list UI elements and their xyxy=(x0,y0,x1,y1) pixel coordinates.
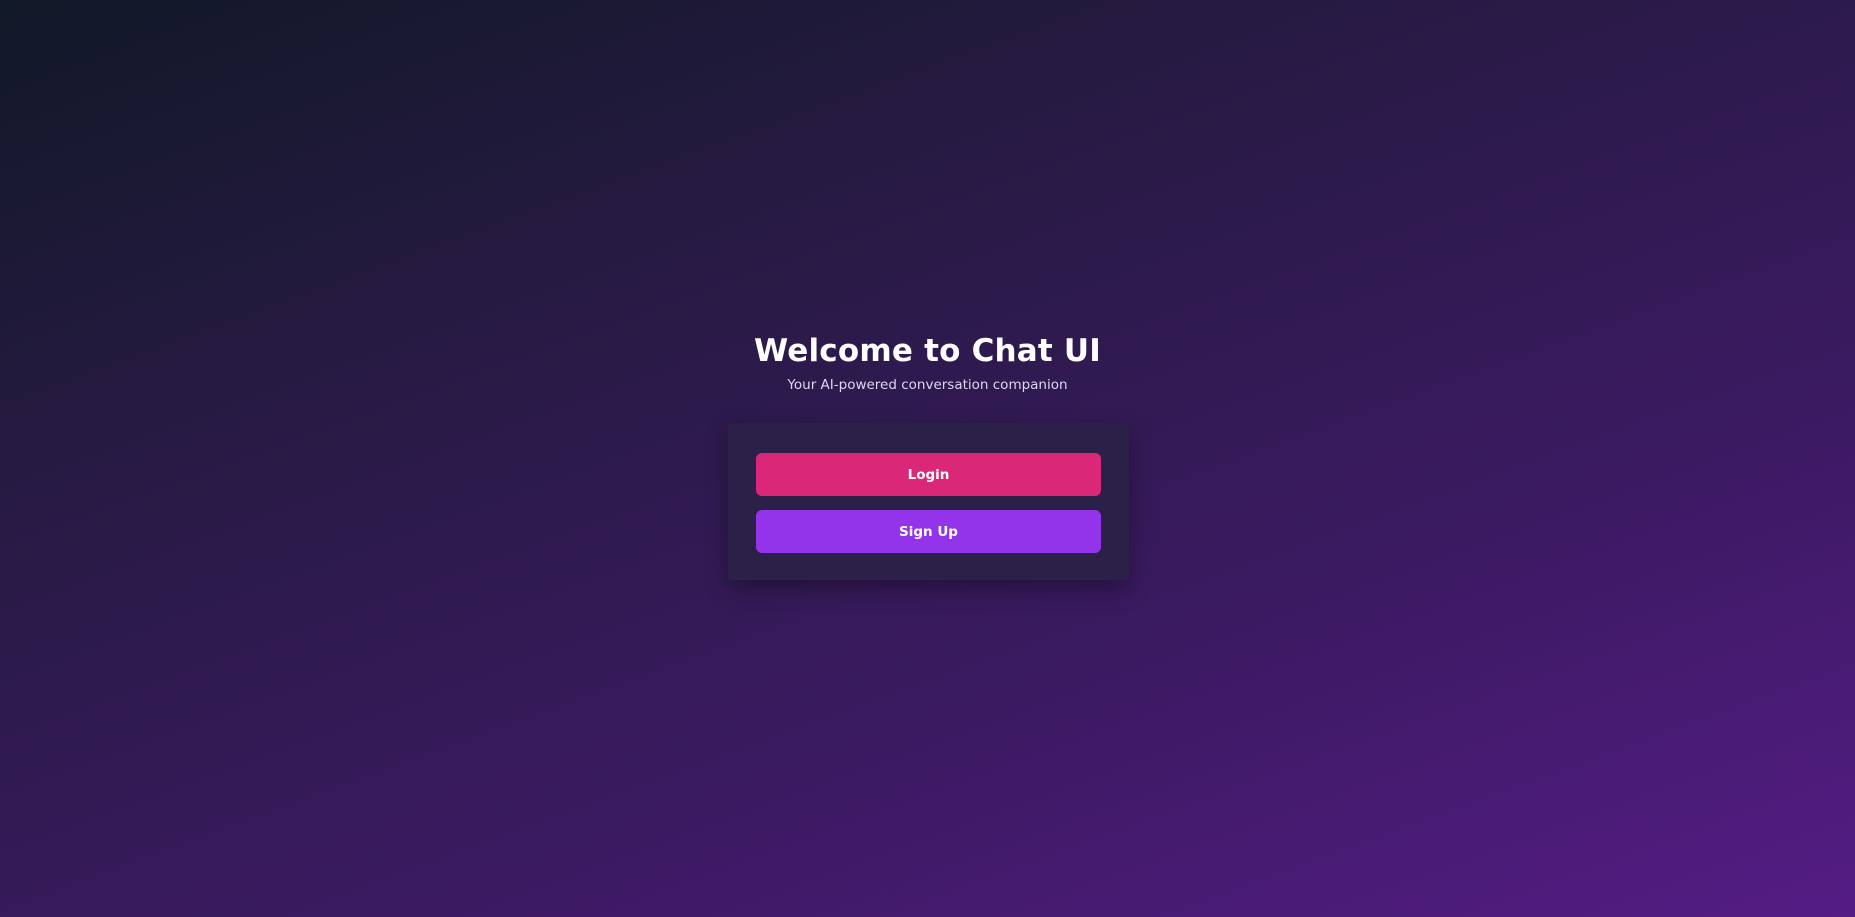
auth-card: Login Sign Up xyxy=(728,423,1129,580)
login-button[interactable]: Login xyxy=(756,453,1101,496)
signup-button[interactable]: Sign Up xyxy=(756,510,1101,553)
page-title: Welcome to Chat UI xyxy=(753,333,1102,369)
page-subtitle: Your AI-powered conversation companion xyxy=(787,377,1068,393)
landing-page: Welcome to Chat UI Your AI-powered conve… xyxy=(0,0,1855,917)
welcome-header: Welcome to Chat UI Your AI-powered conve… xyxy=(0,328,1855,395)
